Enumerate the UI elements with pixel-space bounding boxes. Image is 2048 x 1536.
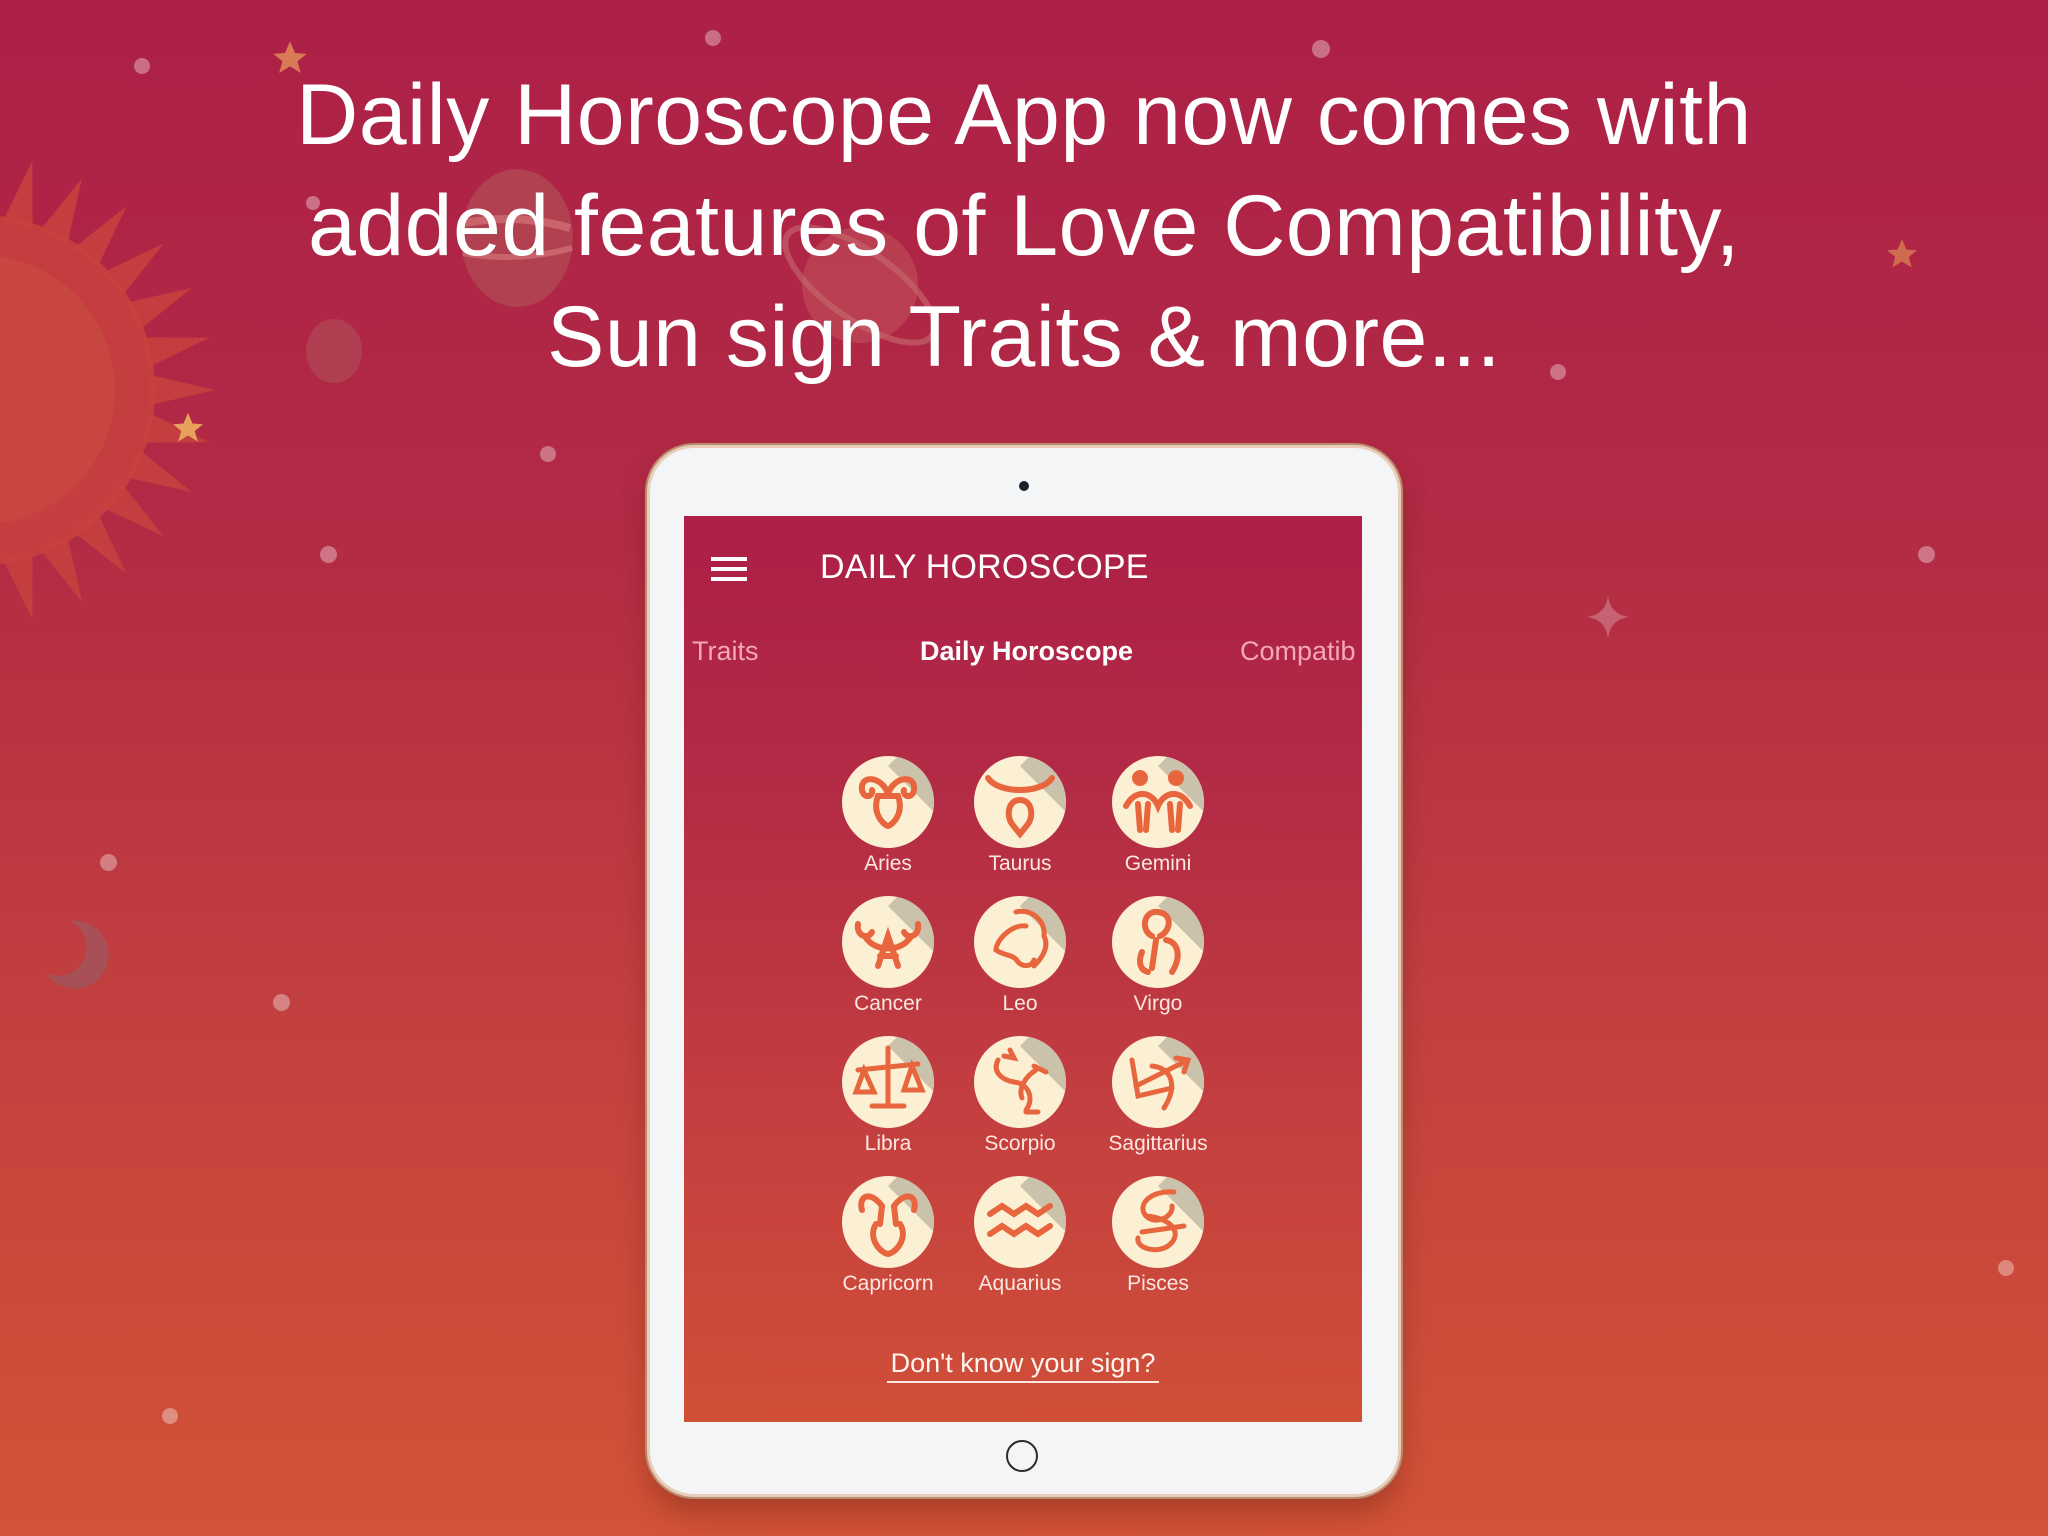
sign-label: Leo (1002, 992, 1038, 1015)
background-dot (540, 446, 556, 462)
star-icon (173, 413, 203, 442)
sign-capricorn[interactable]: Capricorn (818, 1176, 958, 1296)
cancer-icon (842, 896, 934, 988)
aries-icon (842, 756, 934, 848)
app-title: DAILY HOROSCOPE (820, 548, 1149, 586)
headline-line-3: Sun sign Traits & more... (546, 289, 1502, 385)
sign-scorpio[interactable]: Scorpio (950, 1036, 1090, 1156)
headline-line-2: added features of Love Compatibility, (308, 178, 1740, 274)
tab-daily-horoscope[interactable]: Daily Horoscope (920, 636, 1133, 667)
taurus-icon (974, 756, 1066, 848)
sign-libra[interactable]: Libra (818, 1036, 958, 1156)
background-dot (320, 546, 337, 563)
sign-taurus[interactable]: Taurus (950, 756, 1090, 876)
sign-aquarius[interactable]: Aquarius (950, 1176, 1090, 1296)
sign-label: Cancer (854, 992, 922, 1015)
sign-cancer[interactable]: Cancer (818, 896, 958, 1016)
sign-label: Aquarius (978, 1272, 1062, 1295)
unknown-sign-link-container: Don't know your sign? (684, 1348, 1362, 1383)
capricorn-icon (842, 1176, 934, 1268)
aquarius-icon (974, 1176, 1066, 1268)
background-dot (705, 30, 721, 46)
dont-know-your-sign-link[interactable]: Don't know your sign? (886, 1348, 1160, 1383)
sign-leo[interactable]: Leo (950, 896, 1090, 1016)
promo-headline: Daily Horoscope App now comes with added… (0, 60, 2048, 393)
leo-icon (974, 896, 1066, 988)
sign-label: Aries (864, 852, 912, 875)
sign-label: Taurus (988, 852, 1052, 875)
sign-aries[interactable]: Aries (818, 756, 958, 876)
sign-label: Scorpio (984, 1132, 1056, 1155)
sun-ray (2, 551, 33, 620)
sign-label: Sagittarius (1108, 1132, 1208, 1155)
tab-bar: Traits Daily Horoscope Compatib (684, 636, 1362, 696)
background-dot (162, 1408, 178, 1424)
app-screen: DAILY HOROSCOPE Traits Daily Horoscope C… (684, 516, 1362, 1422)
background-dot (1312, 40, 1330, 58)
sign-label: Capricorn (842, 1272, 934, 1295)
virgo-icon (1112, 896, 1204, 988)
gemini-icon (1112, 756, 1204, 848)
sign-pisces[interactable]: Pisces (1088, 1176, 1228, 1296)
libra-icon (842, 1036, 934, 1128)
tab-traits[interactable]: Traits (692, 636, 759, 667)
hamburger-menu-icon[interactable] (711, 557, 747, 581)
sign-label: Pisces (1127, 1272, 1189, 1295)
headline-line-1: Daily Horoscope App now comes with (296, 67, 1752, 163)
tablet-device: DAILY HOROSCOPE Traits Daily Horoscope C… (650, 448, 1398, 1494)
sign-sagittarius[interactable]: Sagittarius (1088, 1036, 1228, 1156)
sign-label: Libra (864, 1132, 912, 1155)
sparkle-icon (1586, 595, 1630, 639)
sign-label: Virgo (1133, 992, 1183, 1015)
home-button[interactable] (1006, 1440, 1038, 1472)
scorpio-icon (974, 1036, 1066, 1128)
background-dot (273, 994, 290, 1011)
background-dot (100, 854, 117, 871)
camera-icon (1019, 481, 1029, 491)
crescent-moon-illustration (46, 920, 109, 989)
app-bar: DAILY HOROSCOPE (684, 516, 1362, 620)
pisces-icon (1112, 1176, 1204, 1268)
background-dot (1998, 1260, 2014, 1276)
sign-gemini[interactable]: Gemini (1088, 756, 1228, 876)
tab-compatibility[interactable]: Compatib (1240, 636, 1356, 667)
sign-label: Gemini (1124, 852, 1192, 875)
background-dot (1918, 546, 1935, 563)
sign-virgo[interactable]: Virgo (1088, 896, 1228, 1016)
sagittarius-icon (1112, 1036, 1204, 1128)
